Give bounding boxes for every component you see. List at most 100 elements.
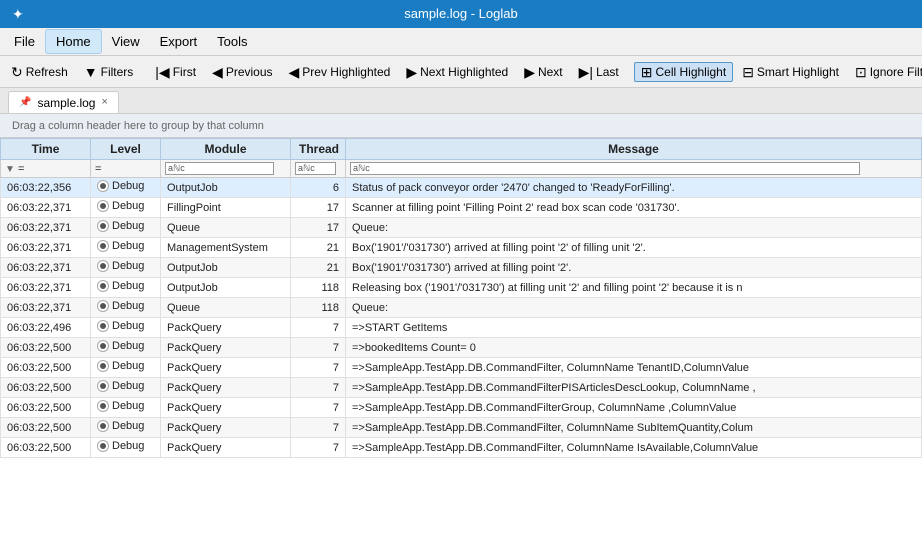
level-circle-icon: [97, 280, 109, 292]
col-header-module[interactable]: Module: [161, 139, 291, 160]
cell-level: Debug: [91, 318, 161, 338]
cell-time: 06:03:22,500: [1, 358, 91, 378]
prev-highlighted-button[interactable]: ◀ Prev Highlighted: [282, 62, 398, 82]
col-header-message[interactable]: Message: [346, 139, 922, 160]
table-row[interactable]: 06:03:22,496DebugPackQuery7=>START GetIt…: [1, 318, 922, 338]
next-icon: ▶: [524, 65, 535, 79]
menu-tools[interactable]: Tools: [207, 30, 257, 53]
filter-message-cell: aℕc: [346, 160, 922, 178]
filter-message-input[interactable]: aℕc: [350, 162, 860, 175]
cell-time: 06:03:22,500: [1, 338, 91, 358]
tab-pin-icon: 📌: [19, 97, 31, 108]
app-icon: ✦: [12, 4, 24, 24]
cell-module: PackQuery: [161, 338, 291, 358]
next-button[interactable]: ▶ Next: [517, 62, 569, 82]
table-row[interactable]: 06:03:22,500DebugPackQuery7=>SampleApp.T…: [1, 398, 922, 418]
cell-message: Box('1901'/'031730') arrived at filling …: [346, 258, 922, 278]
level-circle-icon: [97, 440, 109, 452]
menu-file[interactable]: File: [4, 30, 45, 53]
first-icon: |◀: [155, 65, 169, 79]
table-row[interactable]: 06:03:22,500DebugPackQuery7=>SampleApp.T…: [1, 418, 922, 438]
cell-level: Debug: [91, 378, 161, 398]
previous-button[interactable]: ◀ Previous: [205, 62, 279, 82]
last-icon: ▶|: [579, 65, 593, 79]
col-header-time[interactable]: Time: [1, 139, 91, 160]
level-circle-icon: [97, 400, 109, 412]
table-row[interactable]: 06:03:22,371DebugManagementSystem21Box('…: [1, 238, 922, 258]
table-row[interactable]: 06:03:22,371DebugOutputJob21Box('1901'/'…: [1, 258, 922, 278]
menu-bar: File Home View Export Tools: [0, 28, 922, 56]
filter-module-input[interactable]: aℕc: [165, 162, 274, 175]
tab-sample-log[interactable]: 📌 sample.log ×: [8, 91, 119, 113]
table-row[interactable]: 06:03:22,371DebugOutputJob118Releasing b…: [1, 278, 922, 298]
refresh-button[interactable]: ↻ Refresh: [4, 62, 75, 82]
grid-body: ▼ = = aℕc aℕc aℕc 06:03:22,356DebugOutpu…: [1, 160, 922, 458]
table-row[interactable]: 06:03:22,371DebugQueue118Queue:: [1, 298, 922, 318]
filter-icon: ▼: [84, 65, 98, 79]
cell-time: 06:03:22,500: [1, 398, 91, 418]
cell-thread: 7: [291, 338, 346, 358]
cell-thread: 7: [291, 418, 346, 438]
cell-level: Debug: [91, 338, 161, 358]
filters-button[interactable]: ▼ Filters: [77, 62, 141, 82]
cell-module: OutputJob: [161, 258, 291, 278]
refresh-icon: ↻: [11, 65, 23, 79]
prev-highlighted-icon: ◀: [289, 65, 300, 79]
cell-module: PackQuery: [161, 418, 291, 438]
cell-time: 06:03:22,500: [1, 418, 91, 438]
table-row[interactable]: 06:03:22,371DebugFillingPoint17Scanner a…: [1, 198, 922, 218]
cell-highlight-button[interactable]: ⊞ Cell Highlight: [634, 62, 733, 82]
refresh-label: Refresh: [26, 65, 68, 79]
filter-icon-small: ▼: [5, 164, 15, 175]
previous-label: Previous: [226, 65, 273, 79]
level-circle-icon: [97, 420, 109, 432]
table-row[interactable]: 06:03:22,500DebugPackQuery7=>bookedItems…: [1, 338, 922, 358]
next-highlighted-icon: ▶: [406, 65, 417, 79]
col-header-thread[interactable]: Thread: [291, 139, 346, 160]
table-row[interactable]: 06:03:22,500DebugPackQuery7=>SampleApp.T…: [1, 358, 922, 378]
cell-message: Queue:: [346, 218, 922, 238]
col-header-level[interactable]: Level: [91, 139, 161, 160]
cell-level: Debug: [91, 298, 161, 318]
filter-level-cell: =: [91, 160, 161, 178]
cell-message: Scanner at filling point 'Filling Point …: [346, 198, 922, 218]
filters-label: Filters: [101, 65, 134, 79]
grid-container[interactable]: Time Level Module Thread Message ▼ = = a…: [0, 138, 922, 533]
cell-module: PackQuery: [161, 378, 291, 398]
last-button[interactable]: ▶| Last: [572, 62, 626, 82]
first-button[interactable]: |◀ First: [148, 62, 203, 82]
cell-message: Status of pack conveyor order '2470' cha…: [346, 178, 922, 198]
cell-time: 06:03:22,371: [1, 198, 91, 218]
menu-view[interactable]: View: [102, 30, 150, 53]
title-bar: ✦ sample.log - Loglab: [0, 0, 922, 28]
tab-label: sample.log: [37, 96, 95, 110]
cell-thread: 7: [291, 358, 346, 378]
table-row[interactable]: 06:03:22,500DebugPackQuery7=>SampleApp.T…: [1, 438, 922, 458]
app-title: sample.log - Loglab: [404, 6, 517, 21]
tab-bar: 📌 sample.log ×: [0, 88, 922, 114]
table-row[interactable]: 06:03:22,371DebugQueue17Queue:: [1, 218, 922, 238]
cell-module: FillingPoint: [161, 198, 291, 218]
cell-level: Debug: [91, 418, 161, 438]
prev-highlighted-label: Prev Highlighted: [302, 65, 390, 79]
cell-level: Debug: [91, 358, 161, 378]
cell-time: 06:03:22,371: [1, 298, 91, 318]
cell-module: OutputJob: [161, 278, 291, 298]
next-highlighted-label: Next Highlighted: [420, 65, 508, 79]
filter-module-cell: aℕc: [161, 160, 291, 178]
tab-close-icon[interactable]: ×: [101, 97, 107, 108]
cell-highlight-icon: ⊞: [641, 65, 653, 79]
next-highlighted-button[interactable]: ▶ Next Highlighted: [399, 62, 515, 82]
table-row[interactable]: 06:03:22,356DebugOutputJob6Status of pac…: [1, 178, 922, 198]
filter-thread-input[interactable]: aℕc: [295, 162, 336, 175]
table-row[interactable]: 06:03:22,500DebugPackQuery7=>SampleApp.T…: [1, 378, 922, 398]
menu-home[interactable]: Home: [45, 29, 102, 54]
previous-icon: ◀: [212, 65, 223, 79]
cell-thread: 7: [291, 318, 346, 338]
cell-thread: 118: [291, 278, 346, 298]
cell-module: PackQuery: [161, 398, 291, 418]
cell-message: =>SampleApp.TestApp.DB.CommandFilter, Co…: [346, 438, 922, 458]
smart-highlight-button[interactable]: ⊟ Smart Highlight: [735, 62, 846, 82]
ignore-filter-button[interactable]: ⊡ Ignore Filter: [848, 62, 922, 82]
menu-export[interactable]: Export: [150, 30, 208, 53]
